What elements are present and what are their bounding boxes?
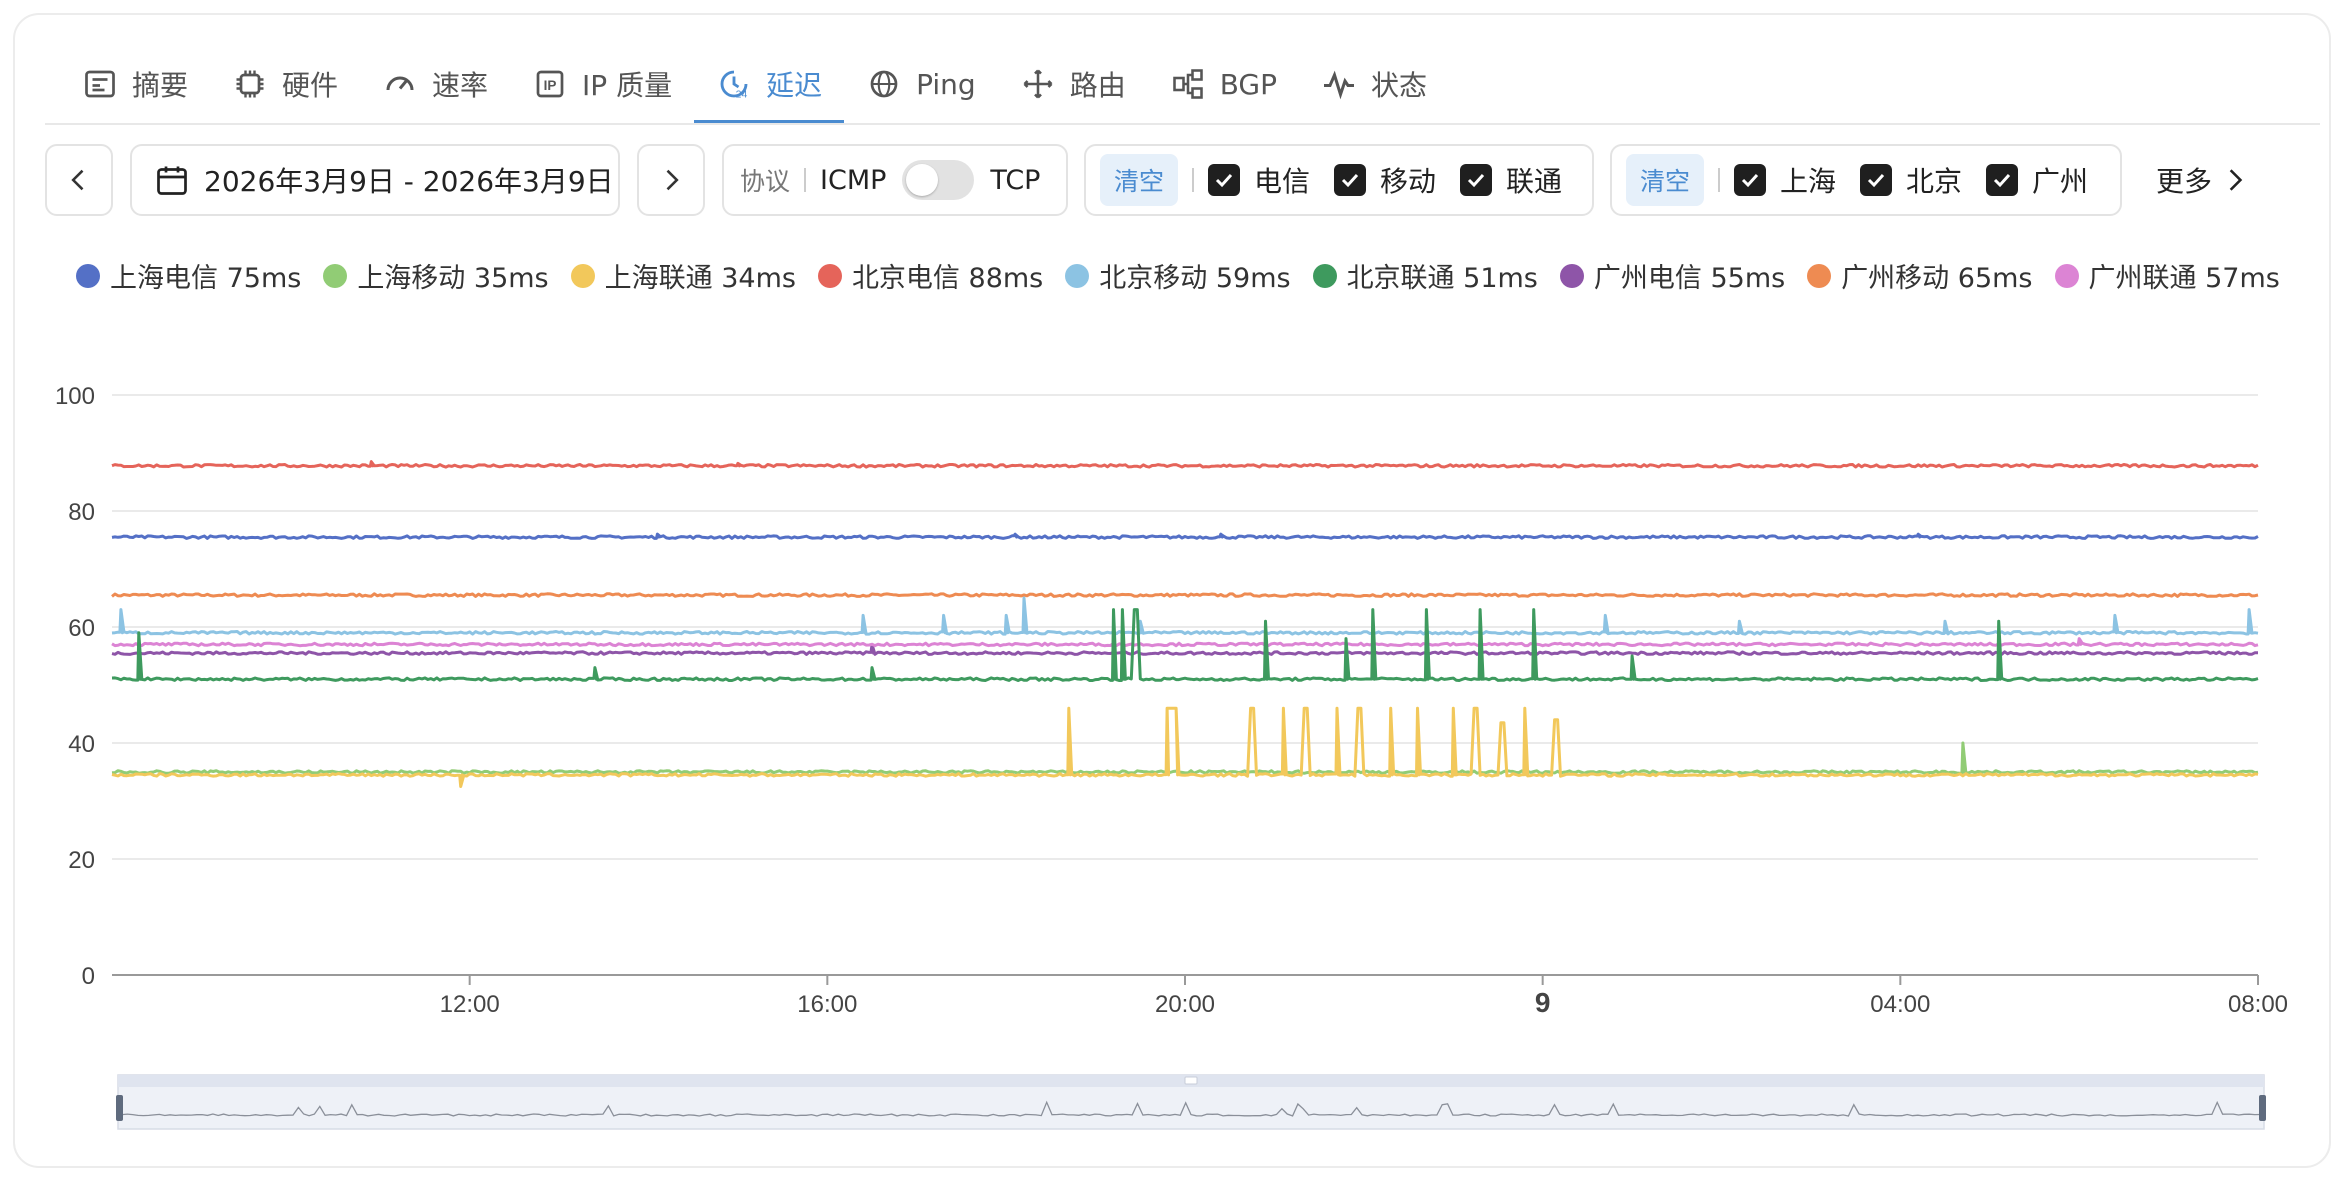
protocol-toggle[interactable] xyxy=(902,160,975,200)
city-checkbox[interactable]: 上海 xyxy=(1734,160,1836,200)
isp-filter: 清空 电信 移动 联通 xyxy=(1084,144,1594,216)
tab-chip[interactable]: 硬件 xyxy=(210,52,360,116)
legend-item[interactable]: 北京移动 59ms xyxy=(1065,256,1291,295)
next-date-button[interactable] xyxy=(637,144,705,216)
legend-swatch xyxy=(1312,263,1337,288)
tab-label: 硬件 xyxy=(282,69,339,102)
date-range-picker[interactable]: 2026年3月9日 - 2026年3月9日 xyxy=(130,144,620,216)
tab-label: 摘要 xyxy=(132,69,189,102)
tab-label: 路由 xyxy=(1069,69,1126,102)
legend-label: 北京移动 59ms xyxy=(1099,263,1291,294)
legend-swatch xyxy=(1065,263,1090,288)
isp-checkbox[interactable]: 移动 xyxy=(1334,160,1436,200)
tab-globe[interactable]: Ping xyxy=(844,52,998,116)
isp-label: 移动 xyxy=(1380,165,1437,198)
city-label: 北京 xyxy=(1906,165,1963,198)
legend-item[interactable]: 上海电信 75ms xyxy=(76,256,301,295)
legend-label: 上海电信 75ms xyxy=(110,263,302,294)
city-checkbox[interactable]: 北京 xyxy=(1860,160,1962,200)
legend-swatch xyxy=(2054,263,2079,288)
tab-latency-clock[interactable]: 24 延迟 xyxy=(694,52,845,123)
city-clear-button[interactable]: 清空 xyxy=(1626,154,1705,206)
legend-label: 上海移动 35ms xyxy=(357,263,549,294)
checkmark-icon xyxy=(1334,164,1367,196)
protocol-label: 协议 xyxy=(740,167,791,196)
more-label: 更多 xyxy=(2156,165,2213,198)
legend-label: 广州电信 55ms xyxy=(1593,263,1786,294)
isp-checkbox[interactable]: 联通 xyxy=(1460,160,1562,200)
latency-clock-icon: 24 xyxy=(720,70,748,101)
legend-item[interactable]: 广州电信 55ms xyxy=(1559,256,1786,295)
svg-text:24: 24 xyxy=(736,89,748,101)
date-range-text: 2026年3月9日 - 2026年3月9日 xyxy=(204,165,614,198)
tab-ip[interactable]: IP IP 质量 xyxy=(510,52,694,116)
protocol-icmp-label: ICMP xyxy=(820,164,887,196)
pulse-icon xyxy=(1324,70,1355,100)
tab-label: 状态 xyxy=(1371,69,1428,102)
legend-label: 北京联通 51ms xyxy=(1346,263,1538,294)
divider xyxy=(804,168,807,192)
tab-label: Ping xyxy=(916,67,976,101)
tab-bgp[interactable]: BGP xyxy=(1148,52,1299,116)
city-label: 广州 xyxy=(2032,165,2089,198)
city-label: 上海 xyxy=(1780,165,1837,198)
more-button[interactable]: 更多 xyxy=(2156,144,2248,216)
isp-label: 电信 xyxy=(1254,165,1311,198)
legend-item[interactable]: 北京电信 88ms xyxy=(817,256,1044,295)
tab-gauge[interactable]: 速率 xyxy=(360,52,510,116)
chip-icon xyxy=(236,70,264,98)
checkmark-icon xyxy=(1734,164,1767,196)
tab-summary[interactable]: 摘要 xyxy=(60,52,210,116)
legend-swatch xyxy=(323,263,348,288)
summary-icon xyxy=(85,70,115,98)
city-checkbox[interactable]: 广州 xyxy=(1986,160,2088,200)
legend-swatch xyxy=(570,263,595,288)
calendar-icon xyxy=(157,166,187,195)
legend-label: 广州移动 65ms xyxy=(1841,263,2033,294)
legend-label: 广州联通 57ms xyxy=(2088,263,2280,294)
prev-date-button[interactable] xyxy=(45,144,113,216)
chart-legend: 上海电信 75ms 上海移动 35ms 上海联通 34ms 北京电信 88ms 北京移动… xyxy=(76,256,2302,295)
tab-route[interactable]: 路由 xyxy=(998,52,1148,116)
divider xyxy=(1718,168,1721,192)
legend-item[interactable]: 北京联通 51ms xyxy=(1312,256,1538,295)
legend-label: 上海联通 34ms xyxy=(604,263,796,294)
legend-item[interactable]: 广州移动 65ms xyxy=(1807,256,2033,295)
bgp-icon xyxy=(1172,69,1203,99)
legend-swatch xyxy=(1559,263,1584,288)
legend-swatch xyxy=(817,263,842,288)
tab-label: IP 质量 xyxy=(582,69,673,102)
checkmark-icon xyxy=(1986,164,2019,196)
chevron-right-icon xyxy=(666,169,679,191)
protocol-switcher: 协议 ICMP TCP xyxy=(722,144,1068,216)
legend-item[interactable]: 上海移动 35ms xyxy=(323,256,549,295)
legend-swatch xyxy=(1807,263,1832,288)
checkmark-icon xyxy=(1460,164,1493,196)
globe-icon xyxy=(870,70,898,98)
isp-clear-button[interactable]: 清空 xyxy=(1100,154,1179,206)
chevron-right-icon xyxy=(2229,169,2243,191)
tab-bar: 摘要 硬件 速率 IP IP 质量 24 延迟 Ping 路由 BGP 状态 xyxy=(60,52,1449,124)
tab-label: 速率 xyxy=(432,69,489,102)
tab-label: BGP xyxy=(1219,67,1278,101)
legend-item[interactable]: 上海联通 34ms xyxy=(570,256,796,295)
isp-checkbox[interactable]: 电信 xyxy=(1208,160,1310,200)
svg-text:IP: IP xyxy=(544,78,557,93)
checkmark-icon xyxy=(1860,164,1893,196)
gauge-icon xyxy=(386,76,414,91)
route-icon xyxy=(1023,69,1053,99)
legend-item[interactable]: 广州联通 57ms xyxy=(2054,256,2280,295)
tab-label: 延迟 xyxy=(766,69,823,102)
legend-label: 北京电信 88ms xyxy=(851,263,1044,294)
isp-label: 联通 xyxy=(1506,165,1563,198)
checkmark-icon xyxy=(1208,164,1241,196)
chevron-left-icon xyxy=(71,169,84,191)
divider xyxy=(1192,168,1195,192)
tab-pulse[interactable]: 状态 xyxy=(1299,52,1449,116)
ip-icon: IP xyxy=(536,70,564,98)
protocol-tcp-label: TCP xyxy=(990,164,1041,196)
tab-divider xyxy=(45,123,2320,125)
city-filter: 清空 上海 北京 广州 xyxy=(1610,144,2122,216)
legend-swatch xyxy=(76,263,100,288)
